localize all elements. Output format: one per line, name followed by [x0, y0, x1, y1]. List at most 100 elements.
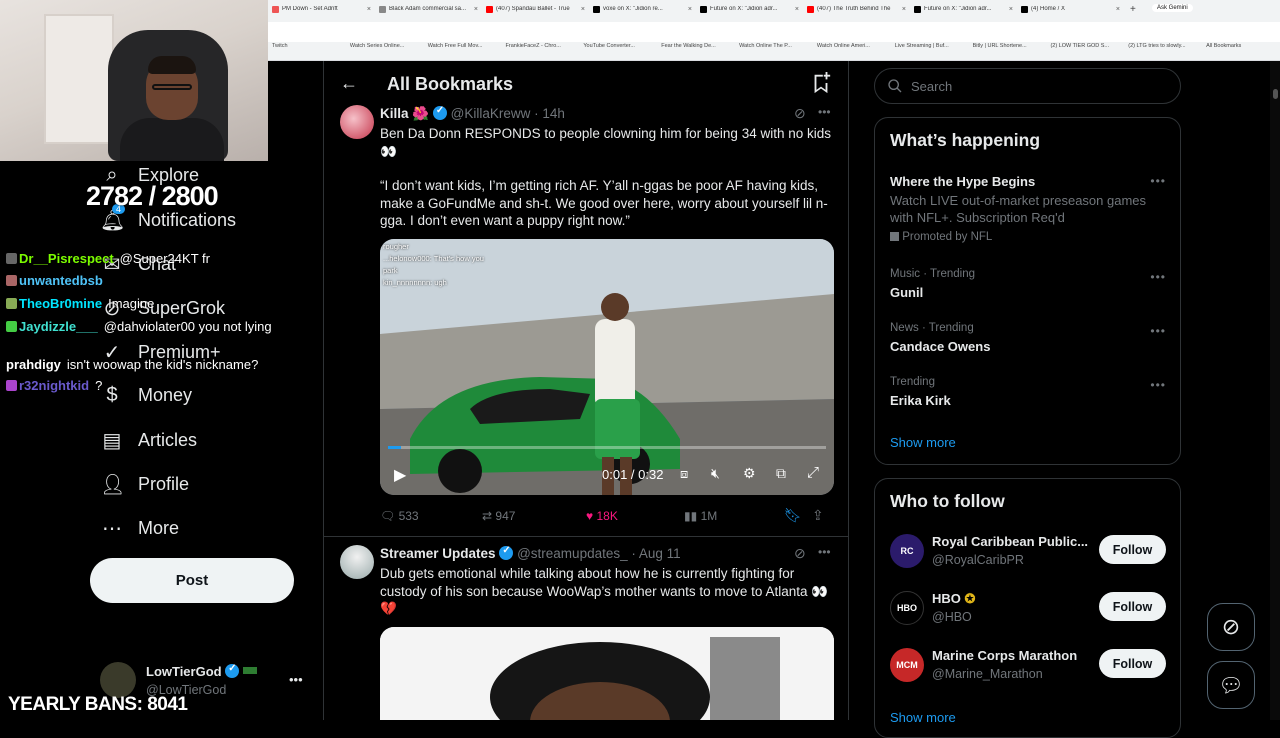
tweet-author-name[interactable]: Streamer Updates	[380, 546, 496, 561]
bookmark-icon[interactable]: 🔖︎	[784, 507, 812, 524]
close-tab-icon[interactable]: ×	[1009, 6, 1013, 13]
tweet-more-icon[interactable]: •••	[818, 105, 831, 119]
tweet-avatar[interactable]	[340, 545, 374, 579]
close-tab-icon[interactable]: ×	[367, 6, 371, 13]
promo-title[interactable]: Where the Hype Begins	[890, 174, 1035, 189]
new-tab-icon[interactable]: +	[1124, 0, 1142, 20]
settings-gear-icon[interactable]: ⚙	[743, 465, 756, 482]
follow-button[interactable]: Follow	[1099, 649, 1166, 678]
tweet-author-name[interactable]: Killa 🌺	[380, 106, 429, 121]
messages-fab[interactable]: 💬︎	[1207, 661, 1255, 709]
sidebar-item-articles[interactable]: ▤ Articles	[100, 428, 197, 453]
address-bar[interactable]	[268, 22, 1280, 42]
bookmark-link[interactable]: (2) LTG tries to slowly...	[1124, 43, 1202, 57]
trend-name[interactable]: Gunil	[890, 285, 923, 300]
repost-button[interactable]: ⇄ 947	[482, 509, 586, 523]
bookmark-link[interactable]: Twitch	[268, 43, 346, 57]
bookmark-link[interactable]: Watch Online The P...	[735, 43, 813, 57]
trend-more-icon[interactable]: •••	[1150, 270, 1166, 284]
sidebar-item-profile[interactable]: 👤︎ Profile	[100, 472, 189, 497]
tweet[interactable]: Streamer Updates @streamupdates_ · Aug 1…	[324, 537, 848, 720]
trend-name[interactable]: Erika Kirk	[890, 393, 951, 408]
follow-avatar[interactable]: MCM	[890, 648, 924, 682]
account-name-row[interactable]: LowTierGod	[146, 663, 257, 679]
follow-name[interactable]: Royal Caribbean Public...	[932, 534, 1088, 549]
sidebar-item-more[interactable]: ⋯ More	[100, 516, 179, 541]
show-more-link[interactable]: Show more	[890, 435, 956, 450]
close-tab-icon[interactable]: ×	[688, 6, 692, 13]
mute-icon[interactable]: 🔇︎	[711, 465, 720, 482]
close-tab-icon[interactable]: ×	[474, 6, 478, 13]
verified-icon	[432, 105, 447, 120]
browser-tab[interactable]: (407) The Truth Behind The ×	[803, 0, 910, 20]
browser-tab[interactable]: Future on X: "Jidion adr... ×	[696, 0, 803, 20]
search-box[interactable]: Search	[874, 68, 1181, 104]
fullscreen-icon[interactable]: ⤢	[807, 464, 819, 481]
play-icon[interactable]: ▶	[394, 465, 406, 485]
sidebar-item-label: Notifications	[138, 210, 237, 230]
tweet[interactable]: Killa 🌺 @KillaKreww · 14h ⊘ ••• Ben Da D…	[324, 97, 848, 537]
grok-fab[interactable]: ⊘	[1207, 603, 1255, 651]
grok-icon[interactable]: ⊘	[794, 545, 806, 562]
scrollbar-thumb[interactable]	[1273, 89, 1278, 99]
follow-avatar[interactable]: RC	[890, 534, 924, 568]
trend-more-icon[interactable]: •••	[1150, 324, 1166, 338]
bookmark-link[interactable]: (2) LOW TIER GOD S...	[1046, 43, 1124, 57]
tweet-time[interactable]: Aug 11	[639, 546, 681, 561]
page-scrollbar[interactable]	[1270, 61, 1280, 720]
pip-icon[interactable]: ⧉	[776, 465, 786, 482]
ask-gemini-button[interactable]: Ask Gemini	[1152, 4, 1193, 12]
search-input[interactable]: Search	[911, 79, 952, 94]
tweet-author-handle[interactable]: @KillaKreww	[451, 106, 531, 121]
browser-tab[interactable]: Black Adam commercial sa... ×	[375, 0, 482, 20]
trend-name[interactable]: Candace Owens	[890, 339, 990, 354]
views-button[interactable]: ▮▮ 1M	[684, 509, 784, 523]
tweet-more-icon[interactable]: •••	[818, 545, 831, 559]
close-tab-icon[interactable]: ×	[902, 6, 906, 13]
account-avatar[interactable]	[100, 662, 136, 698]
follow-avatar[interactable]: HBO	[890, 591, 924, 625]
like-button[interactable]: ♥ 18K	[586, 509, 684, 523]
reply-button[interactable]: 🗨︎ 533	[380, 509, 482, 523]
back-arrow-icon[interactable]: ←	[340, 73, 358, 94]
tweet-avatar[interactable]	[340, 105, 374, 139]
bookmark-link[interactable]: YouTube Converter...	[579, 43, 657, 57]
close-tab-icon[interactable]: ×	[795, 6, 799, 13]
bookmark-link[interactable]: Bitly | URL Shortene...	[969, 43, 1047, 57]
bookmark-link[interactable]: FrankieFaceZ - Chro...	[502, 43, 580, 57]
share-icon[interactable]: ⇪	[812, 507, 832, 524]
video-progress-track[interactable]	[388, 446, 826, 449]
tweet-video[interactable]: rougher ...helonow000: That's how you pa…	[380, 239, 834, 495]
account-more-icon[interactable]: •••	[289, 672, 303, 687]
sidebar-item-money[interactable]: $ Money	[100, 384, 192, 407]
close-tab-icon[interactable]: ×	[1116, 6, 1120, 13]
tweet-video[interactable]	[380, 627, 834, 720]
browser-tab[interactable]: Future on X: "Jidion adr... ×	[910, 0, 1017, 20]
post-button[interactable]: Post	[90, 558, 294, 603]
bookmark-link[interactable]: Watch Online Ameri...	[813, 43, 891, 57]
bookmark-link[interactable]: Live Streaming | Buf...	[891, 43, 969, 57]
grok-icon[interactable]: ⊘	[794, 105, 806, 122]
bookmark-link[interactable]: Watch Series Online...	[346, 43, 424, 57]
bookmark-link[interactable]: All Bookmarks	[1202, 43, 1280, 57]
bookmark-link[interactable]: Fear the Walking De...	[657, 43, 735, 57]
captions-icon[interactable]: ⧈	[680, 466, 688, 482]
bookmarks-bar: Twitch Watch Series Online... Watch Free F…	[268, 43, 1280, 57]
tweet-author-handle[interactable]: @streamupdates_	[517, 546, 628, 561]
tweet-time[interactable]: 14h	[542, 106, 565, 121]
like-count: 18K	[596, 508, 618, 523]
promo-more-icon[interactable]: •••	[1150, 174, 1166, 188]
browser-tab[interactable]: voxe on X: "Jidion re... ×	[589, 0, 696, 20]
trend-more-icon[interactable]: •••	[1150, 378, 1166, 392]
show-more-link[interactable]: Show more	[890, 710, 956, 725]
browser-tab[interactable]: (407) Spandau Ballet - True ×	[482, 0, 589, 20]
browser-tab[interactable]: (4) Home / X ×	[1017, 0, 1124, 20]
browser-tab[interactable]: PM Down - Set Adrift ×	[268, 0, 375, 20]
close-tab-icon[interactable]: ×	[581, 6, 585, 13]
bookmark-link[interactable]: Watch Free Full Mov...	[424, 43, 502, 57]
follow-button[interactable]: Follow	[1099, 592, 1166, 621]
bookmark-add-icon[interactable]	[810, 72, 832, 94]
follow-name-row[interactable]: HBO ✪	[932, 591, 975, 607]
follow-button[interactable]: Follow	[1099, 535, 1166, 564]
follow-name[interactable]: Marine Corps Marathon	[932, 648, 1077, 663]
